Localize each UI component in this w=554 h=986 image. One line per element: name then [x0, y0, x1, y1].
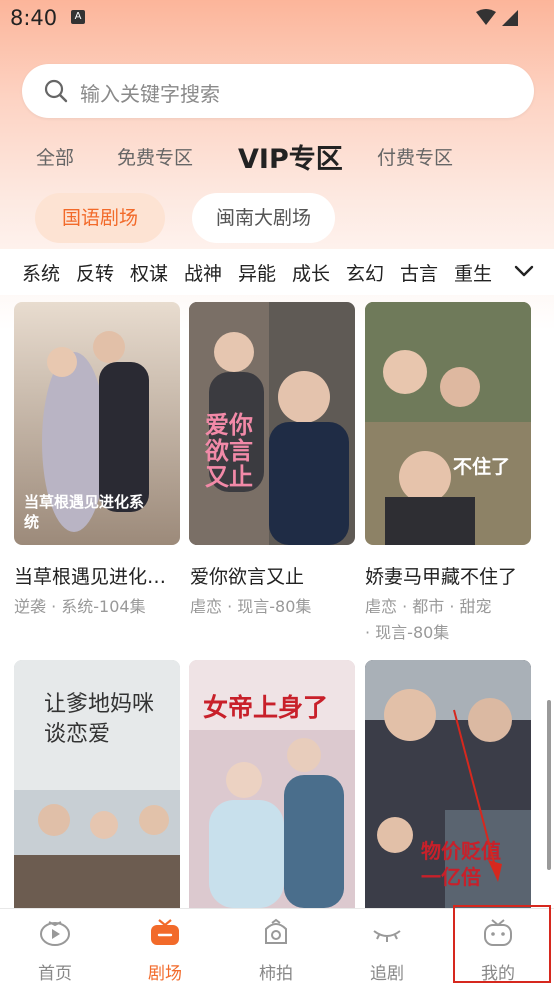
drama-poster[interactable]: 让爹地妈咪谈恋爱 — [14, 660, 180, 908]
tab-free[interactable]: 免费专区 — [117, 143, 193, 170]
poster-title-text: 不住了 — [453, 456, 511, 478]
drama-tags: 逆袭 · 系统-104集 — [14, 597, 146, 616]
category-ancient[interactable]: 古言 — [400, 259, 438, 286]
tab-all[interactable]: 全部 — [36, 143, 74, 170]
tab-vip[interactable]: VIP专区 — [238, 137, 343, 176]
nav-label: 追剧 — [370, 964, 404, 984]
drama-tags: 虐恋 · 都市 · 甜宠 · 现言-80集 — [365, 597, 492, 642]
category-intrigue[interactable]: 权谋 — [130, 259, 168, 286]
nav-label: 柿拍 — [259, 964, 293, 984]
category-rebirth[interactable]: 重生 — [454, 259, 492, 286]
status-time: 8:40 — [10, 6, 58, 30]
drama-title[interactable]: 娇妻马甲藏不住了 — [365, 562, 517, 589]
drama-title[interactable]: 爱你欲言又止 — [190, 562, 304, 589]
notification-icon: A — [71, 10, 85, 24]
nav-label: 剧场 — [148, 964, 182, 984]
nav-label: 首页 — [38, 964, 72, 984]
poster-title-text: 让爹地妈咪谈恋爱 — [44, 692, 155, 747]
category-strip: 系统 反转 权谋 战神 异能 成长 玄幻 古言 重生 — [0, 249, 554, 295]
nav-theater[interactable]: 剧场 — [110, 909, 220, 986]
poster-title-text: 当草根遇见进化系统 — [24, 493, 145, 531]
annotation-arrow — [453, 709, 502, 882]
search-placeholder: 输入关键字搜索 — [80, 82, 220, 106]
theater-tv-icon — [151, 919, 179, 945]
category-system[interactable]: 系统 — [22, 259, 60, 286]
drama-poster[interactable]: 当草根遇见进化系统 — [14, 302, 180, 545]
nav-follow[interactable]: 追剧 — [332, 909, 442, 986]
search-icon — [44, 79, 68, 103]
drama-poster[interactable]: 不住了 — [365, 302, 531, 545]
scrollbar[interactable] — [547, 700, 551, 870]
category-war-god[interactable]: 战神 — [184, 259, 222, 286]
play-blob-icon — [40, 921, 70, 946]
nav-home[interactable]: 首页 — [0, 909, 110, 986]
tab-paid[interactable]: 付费专区 — [377, 143, 453, 170]
highlight-box — [453, 905, 551, 983]
signal-icons — [474, 8, 522, 32]
category-fantasy[interactable]: 玄幻 — [346, 259, 384, 286]
drama-poster[interactable]: 爱你欲言又止 — [189, 302, 355, 545]
drama-title[interactable]: 当草根遇见进化… — [14, 562, 166, 589]
category-expand-button[interactable] — [504, 255, 544, 289]
pill-mandarin-theater[interactable]: 国语剧场 — [35, 193, 165, 243]
drama-tags: 虐恋 · 现言-80集 — [190, 597, 312, 616]
pill-minnan-theater[interactable]: 闽南大剧场 — [192, 193, 335, 243]
search-input[interactable]: 输入关键字搜索 — [22, 64, 534, 118]
status-bar: 8:40 A — [0, 0, 554, 40]
category-reversal[interactable]: 反转 — [76, 259, 114, 286]
camera-persimmon-icon — [265, 918, 287, 944]
drama-poster[interactable]: 女帝上身了 — [189, 660, 355, 908]
poster-title-text: 女帝上身了 — [203, 693, 329, 722]
category-growth[interactable]: 成长 — [292, 259, 330, 286]
poster-title-text: 爱你欲言又止 — [205, 411, 253, 491]
eye-lash-icon — [373, 930, 401, 942]
chevron-down-icon — [514, 265, 534, 277]
category-superpower[interactable]: 异能 — [238, 259, 276, 286]
nav-shipai[interactable]: 柿拍 — [221, 909, 331, 986]
